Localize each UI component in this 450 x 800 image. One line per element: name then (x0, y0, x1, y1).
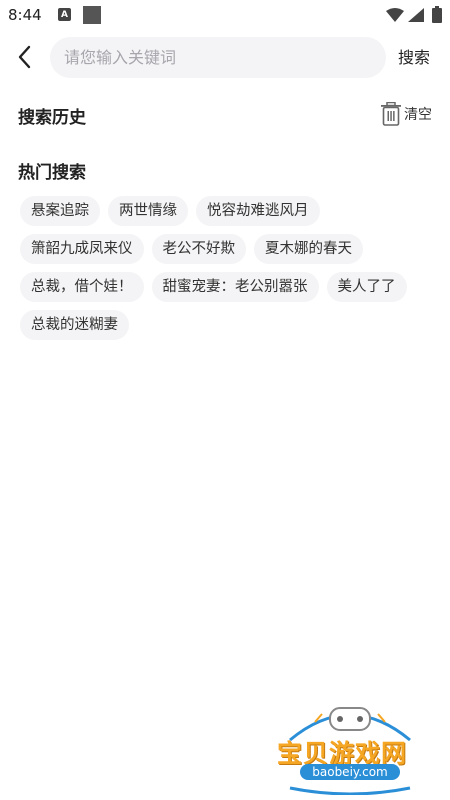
hot-tag[interactable]: 箫韶九成凤来仪 (20, 234, 144, 264)
hot-tag[interactable]: 两世情缘 (108, 196, 188, 226)
search-box (50, 37, 386, 78)
hot-tag[interactable]: 悬案追踪 (20, 196, 100, 226)
search-input[interactable] (50, 37, 386, 78)
hot-tag[interactable]: 总裁的迷糊妻 (20, 310, 129, 340)
search-button[interactable]: 搜索 (398, 44, 430, 68)
hot-tag[interactable]: 老公不好欺 (151, 234, 246, 264)
notification-square-icon (83, 6, 101, 24)
watermark-logo: 宝贝游戏网 baobeiy.com (270, 700, 430, 795)
hot-search-tags: 悬案追踪 两世情缘 悦容劫难逃风月 箫韶九成凤来仪 老公不好欺 夏木娜的春天 总… (20, 196, 440, 340)
wifi-icon (386, 8, 404, 22)
hot-tag[interactable]: 甜蜜宠妻：老公别嚣张 (151, 272, 319, 302)
hot-tag[interactable]: 美人了了 (326, 272, 407, 302)
watermark-url: baobeiy.com (300, 764, 400, 780)
battery-icon (432, 6, 442, 23)
trash-icon (381, 102, 401, 126)
search-page: 8:44 A 搜索 搜索历史 清空 (0, 0, 450, 800)
back-arrow-icon (18, 45, 31, 69)
hot-tag[interactable]: 夏木娜的春天 (254, 234, 363, 264)
status-time: 8:44 (8, 6, 42, 24)
status-bar: 8:44 A (0, 0, 450, 30)
clear-label: 清空 (404, 107, 432, 123)
signal-icon (408, 8, 424, 22)
hot-search-title: 热门搜索 (18, 163, 86, 183)
search-history-title: 搜索历史 (18, 108, 86, 128)
hot-tag[interactable]: 悦容劫难逃风月 (196, 196, 320, 226)
clear-history-button[interactable]: 清空 (380, 102, 432, 126)
hot-tag[interactable]: 总裁，借个娃！ (20, 272, 144, 302)
back-button[interactable] (14, 44, 38, 70)
notification-a-icon: A (58, 8, 71, 21)
